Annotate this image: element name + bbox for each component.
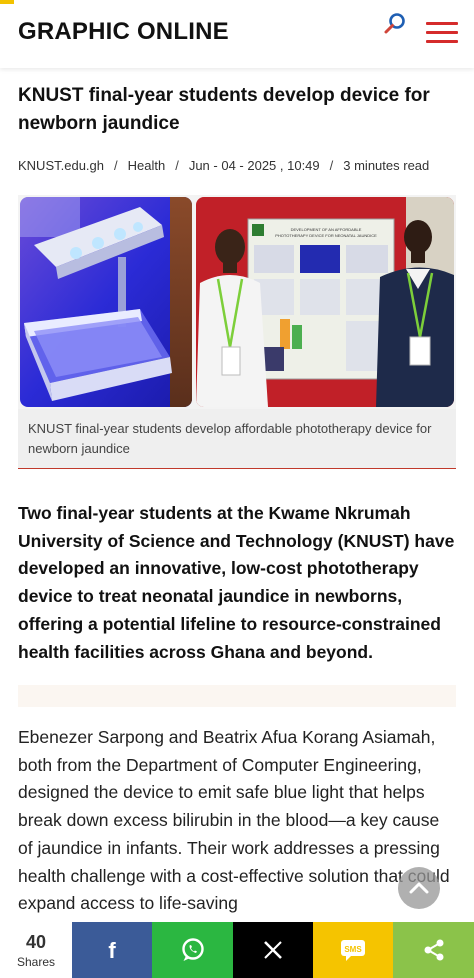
phototherapy-device-photo [20, 197, 192, 407]
sms-share-button[interactable]: SMS [313, 922, 393, 978]
facebook-share-button[interactable]: f [72, 922, 152, 978]
share-count-label: Shares [16, 955, 56, 969]
facebook-icon: f [108, 939, 116, 961]
x-icon [264, 941, 282, 959]
article-feature-image[interactable]: DEVELOPMENT OF AN AFFORDABLE PHOTOTHERAP… [18, 195, 456, 409]
site-logo[interactable]: GRAPHIC ONLINE [18, 18, 229, 46]
x-share-button[interactable] [233, 922, 313, 978]
article-headline: KNUST final-year students develop device… [18, 85, 430, 134]
svg-text:PHOTOTHERAPY DEVICE FOR NEONAT: PHOTOTHERAPY DEVICE FOR NEONATAL JAUNDIC… [275, 233, 377, 238]
students-with-poster-photo: DEVELOPMENT OF AN AFFORDABLE PHOTOTHERAP… [196, 197, 454, 407]
scroll-to-top-button[interactable] [398, 867, 440, 909]
share-count-number: 40 [25, 932, 47, 952]
svg-text:f: f [108, 939, 116, 961]
chevron-up-icon [409, 882, 429, 894]
ad-placeholder [18, 685, 456, 707]
hamburger-menu-icon[interactable] [426, 22, 458, 44]
sms-icon: SMS [341, 940, 365, 961]
article-lede: Two final-year students at the Kwame Nkr… [18, 503, 455, 662]
meta-separator: / [114, 158, 118, 173]
meta-read-time: 3 minutes read [343, 158, 430, 173]
share-count: 40 Shares [0, 922, 72, 978]
meta-date: Jun - 04 - 2025 , 10:49 [188, 158, 320, 173]
share-bar: 40 Shares f SMS [0, 922, 474, 978]
article-body-paragraph: Ebenezer Sarpong and Beatrix Afua Korang… [18, 727, 450, 914]
whatsapp-share-button[interactable] [152, 922, 233, 978]
meta-separator: / [329, 158, 334, 173]
share-icon [424, 939, 443, 961]
accent-strip [0, 0, 14, 4]
search-icon[interactable] [383, 12, 407, 36]
meta-category[interactable]: Health [128, 158, 166, 173]
article-meta: KNUST.edu.gh / Health / Jun - 04 - 2025 … [18, 158, 458, 173]
meta-source[interactable]: KNUST.edu.gh [18, 158, 104, 173]
poster-title-text: DEVELOPMENT OF AN AFFORDABLE [291, 227, 362, 232]
more-share-button[interactable] [393, 922, 474, 978]
whatsapp-icon [181, 938, 204, 961]
image-caption: KNUST final-year students develop afford… [18, 409, 456, 469]
sms-label: SMS [344, 945, 362, 954]
site-header: GRAPHIC ONLINE [0, 0, 474, 68]
meta-separator: / [175, 158, 179, 173]
